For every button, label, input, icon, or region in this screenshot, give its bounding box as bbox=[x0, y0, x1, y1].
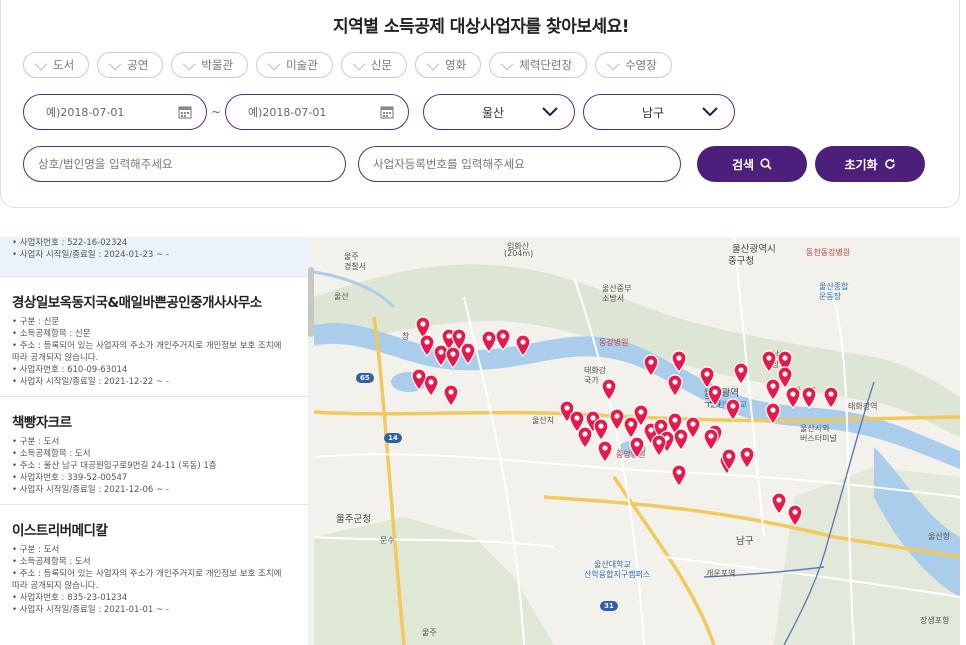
list-item[interactable]: 경상일보옥동지국&매일바쁜공인중개사사무소 • 구분 : 신문 • 소득공제항목… bbox=[0, 277, 308, 397]
business-name: 이스트리버메디칼 bbox=[12, 523, 108, 539]
category-chip-newspaper[interactable]: 신문 bbox=[340, 52, 408, 78]
map-place-label: 버스터미널 bbox=[800, 434, 837, 443]
category-chip-movie[interactable]: 영화 bbox=[415, 52, 482, 78]
chevron-down-icon bbox=[702, 107, 718, 117]
map-place-label: 태화강역 bbox=[848, 402, 878, 411]
map-marker-icon[interactable] bbox=[670, 463, 688, 487]
check-icon bbox=[267, 57, 281, 70]
map-place-label: 장생포항 bbox=[920, 616, 950, 625]
list-item[interactable]: • 사업자번호 : 522-16-02324 • 사업자 시작일/종료일 : 2… bbox=[0, 237, 308, 277]
check-icon bbox=[352, 57, 366, 70]
calendar-icon[interactable] bbox=[178, 105, 192, 119]
district-select[interactable]: 남구 bbox=[583, 94, 735, 130]
category-filters: 도서 공연 박물관 미술관 신문 영화 체력단련장 수영장 bbox=[23, 52, 672, 78]
refresh-icon bbox=[884, 158, 895, 169]
map-marker-icon[interactable] bbox=[670, 349, 688, 373]
search-icon bbox=[760, 158, 772, 170]
search-button[interactable]: 검색 bbox=[697, 146, 807, 182]
map-place-label: 동강병원 bbox=[599, 338, 629, 347]
check-icon bbox=[500, 57, 514, 70]
map-marker-icon[interactable] bbox=[442, 383, 460, 407]
map-marker-icon[interactable] bbox=[786, 503, 804, 527]
map-marker-icon[interactable] bbox=[738, 445, 756, 469]
map-marker-icon[interactable] bbox=[494, 327, 512, 351]
calendar-icon[interactable] bbox=[380, 105, 394, 119]
check-icon bbox=[108, 57, 122, 70]
map-marker-icon[interactable] bbox=[764, 401, 782, 425]
map-marker-icon[interactable] bbox=[410, 367, 428, 391]
map-place-label: 소방서 bbox=[602, 294, 625, 303]
map-place-label: (204m) bbox=[504, 249, 534, 258]
check-icon bbox=[426, 57, 440, 70]
map-marker-icon[interactable] bbox=[800, 385, 818, 409]
map-place-label: 울산지 bbox=[532, 416, 555, 425]
map-place-label: 울주군청 bbox=[336, 514, 371, 525]
map-marker-icon[interactable] bbox=[596, 439, 614, 463]
map-marker-icon[interactable] bbox=[706, 383, 724, 407]
map-marker-icon[interactable] bbox=[600, 377, 618, 401]
business-name: 책빵자크르 bbox=[12, 415, 72, 431]
map-marker-icon[interactable] bbox=[702, 427, 720, 451]
category-chip-museum[interactable]: 박물관 bbox=[171, 52, 249, 78]
map-marker-icon[interactable] bbox=[720, 447, 738, 471]
business-number-input[interactable]: 사업자등록번호를 입력해주세요 bbox=[358, 146, 681, 182]
date-region-row: 예)2018-07-01 ~ 예)2018-07-01 울산 남구 bbox=[23, 94, 735, 130]
list-item[interactable]: 이스트리버메디칼 • 구분 : 도서 • 소득공제항목 : 도서 • 주소 : … bbox=[0, 505, 308, 624]
category-chip-art-gallery[interactable]: 미술관 bbox=[256, 52, 333, 78]
map-marker-icon[interactable] bbox=[650, 433, 668, 457]
map-marker-icon[interactable] bbox=[822, 385, 840, 409]
map-place-label: 울주 bbox=[422, 628, 437, 637]
page-title: 지역별 소득공제 대상사업자를 찾아보세요! bbox=[332, 17, 630, 37]
map-place-label: 국가 bbox=[584, 376, 599, 385]
map-marker-icon[interactable] bbox=[514, 333, 532, 357]
map-marker-icon[interactable] bbox=[684, 415, 702, 439]
category-chip-gym[interactable]: 체력단련장 bbox=[489, 52, 588, 78]
map-marker-icon[interactable] bbox=[666, 373, 684, 397]
map-marker-icon[interactable] bbox=[776, 365, 794, 389]
map-place-label: 동천동강병원 bbox=[806, 248, 851, 257]
map-place-label: 울산 bbox=[334, 292, 349, 301]
map-marker-icon[interactable] bbox=[628, 435, 646, 459]
map-place-label: 남구 bbox=[736, 536, 754, 547]
map-place-label: 운동장 bbox=[819, 292, 842, 301]
map-place-label: 울산항 bbox=[928, 532, 951, 541]
map-place-label: 산학융합지구캠퍼스 bbox=[584, 570, 651, 579]
result-list[interactable]: • 사업자번호 : 522-16-02324 • 사업자 시작일/종료일 : 2… bbox=[0, 237, 314, 645]
date-separator: ~ bbox=[210, 105, 222, 119]
end-date-input[interactable]: 예)2018-07-01 bbox=[225, 94, 409, 130]
map-marker-icon[interactable] bbox=[642, 353, 660, 377]
check-icon bbox=[606, 57, 620, 70]
start-date-input[interactable]: 예)2018-07-01 bbox=[23, 94, 207, 130]
check-icon bbox=[34, 57, 48, 70]
reset-button[interactable]: 초기화 bbox=[815, 146, 925, 182]
list-item[interactable]: 책빵자크르 • 구분 : 도서 • 소득공제항목 : 도서 • 주소 : 울산 … bbox=[0, 397, 308, 505]
map-marker-icon[interactable] bbox=[459, 341, 477, 365]
map-marker-icon[interactable] bbox=[732, 361, 750, 385]
category-chip-swimming-pool[interactable]: 수영장 bbox=[595, 52, 672, 78]
search-panel: 지역별 소득공제 대상사업자를 찾아보세요! 도서 공연 박물관 미술관 신문 … bbox=[0, 0, 960, 208]
region-select[interactable]: 울산 bbox=[423, 94, 575, 130]
map-marker-icon[interactable] bbox=[724, 397, 742, 421]
category-chip-book[interactable]: 도서 bbox=[23, 52, 90, 78]
business-name: 경상일보옥동지국&매일바쁜공인중개사사무소 bbox=[12, 295, 262, 311]
road-shield-icon: 65 bbox=[356, 373, 374, 383]
check-icon bbox=[183, 57, 196, 70]
map-place-label: 경찰서 bbox=[344, 262, 367, 271]
map-place-label: 개운포역 bbox=[706, 569, 736, 578]
map-place-label: 중구청 bbox=[728, 256, 755, 267]
chevron-down-icon bbox=[542, 107, 558, 117]
road-shield-icon: 31 bbox=[600, 601, 618, 611]
category-chip-performance[interactable]: 공연 bbox=[97, 52, 164, 78]
business-name-input[interactable]: 상호/법인명을 입력해주세요 bbox=[23, 146, 346, 182]
map-place-label: 창 bbox=[402, 332, 410, 341]
map-view[interactable]: 울산광역시 중구청 동천동강병원 울산종합 운동장 입화산 (204m) 울산중부 소방서 울주 경… bbox=[314, 237, 960, 645]
text-search-row: 상호/법인명을 입력해주세요 사업자등록번호를 입력해주세요 검색 초기화 bbox=[23, 146, 925, 182]
road-shield-icon: 14 bbox=[384, 433, 402, 443]
map-place-label: 문수 bbox=[380, 536, 395, 545]
